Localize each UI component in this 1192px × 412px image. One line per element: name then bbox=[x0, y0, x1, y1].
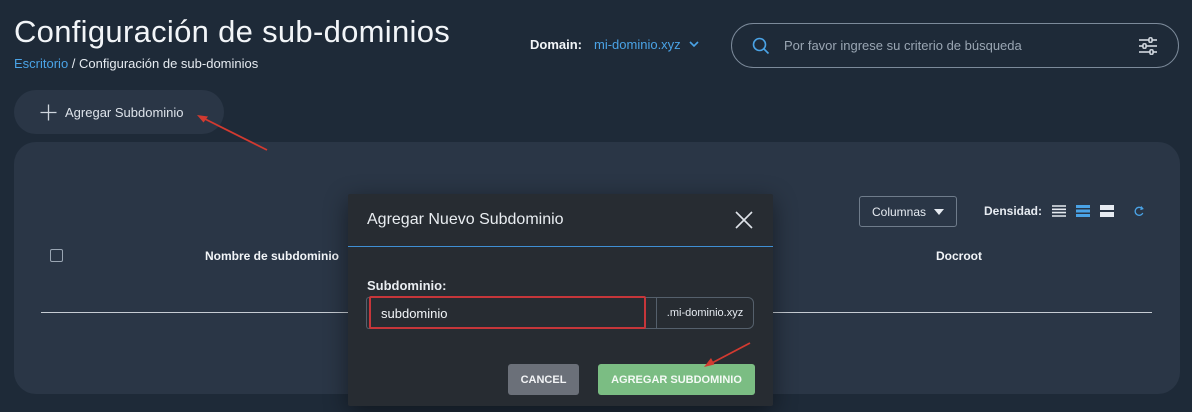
domain-label: Domain: bbox=[530, 37, 582, 52]
caret-down-icon bbox=[934, 208, 945, 215]
density-control: Densidad: bbox=[984, 204, 1146, 218]
search-icon[interactable] bbox=[752, 37, 770, 55]
close-icon[interactable] bbox=[735, 211, 753, 229]
density-standard-icon[interactable] bbox=[1076, 205, 1091, 217]
columns-button[interactable]: Columnas bbox=[859, 196, 957, 227]
subdomain-field-label: Subdominio: bbox=[367, 278, 447, 293]
cancel-button[interactable]: CANCEL bbox=[508, 364, 579, 395]
add-subdomain-label: Agregar Subdominio bbox=[65, 104, 184, 120]
plus-icon bbox=[40, 104, 57, 120]
subdomain-input-group: .mi-dominio.xyz bbox=[366, 296, 756, 329]
density-label: Densidad: bbox=[984, 204, 1043, 218]
add-subdomain-modal: Agregar Nuevo Subdominio Subdominio: .mi… bbox=[348, 194, 773, 406]
domain-selector-group: Domain: mi-dominio.xyz bbox=[530, 37, 699, 52]
breadcrumb: Escritorio / Configuración de sub-domini… bbox=[14, 56, 258, 71]
domain-selected-value: mi-dominio.xyz bbox=[594, 37, 681, 52]
add-subdomain-button[interactable]: Agregar Subdominio bbox=[14, 90, 224, 134]
search-input[interactable] bbox=[784, 38, 1138, 53]
density-comfortable-icon[interactable] bbox=[1100, 205, 1115, 217]
page-title: Configuración de sub-dominios bbox=[14, 14, 451, 49]
density-compact-icon[interactable] bbox=[1052, 205, 1067, 217]
search-box bbox=[731, 23, 1179, 68]
filter-sliders-icon[interactable] bbox=[1138, 36, 1158, 55]
breadcrumb-separator: / bbox=[68, 56, 80, 71]
subdomain-input[interactable] bbox=[366, 297, 656, 329]
refresh-icon[interactable] bbox=[1132, 205, 1146, 217]
modal-title: Agregar Nuevo Subdominio bbox=[367, 211, 564, 228]
column-header-docroot[interactable]: Docroot bbox=[936, 249, 982, 263]
domain-suffix-addon: .mi-dominio.xyz bbox=[656, 297, 754, 329]
column-header-subdomain[interactable]: Nombre de subdominio bbox=[205, 249, 339, 263]
chevron-down-icon bbox=[689, 41, 699, 48]
select-all-checkbox[interactable] bbox=[50, 249, 63, 262]
breadcrumb-current: Configuración de sub-dominios bbox=[79, 56, 259, 71]
columns-button-label: Columnas bbox=[871, 204, 927, 219]
add-subdomain-submit-button[interactable]: AGREGAR SUBDOMINIO bbox=[598, 364, 755, 395]
domain-dropdown[interactable]: mi-dominio.xyz bbox=[594, 37, 699, 52]
breadcrumb-home-link[interactable]: Escritorio bbox=[14, 56, 68, 71]
modal-header: Agregar Nuevo Subdominio bbox=[348, 194, 773, 247]
